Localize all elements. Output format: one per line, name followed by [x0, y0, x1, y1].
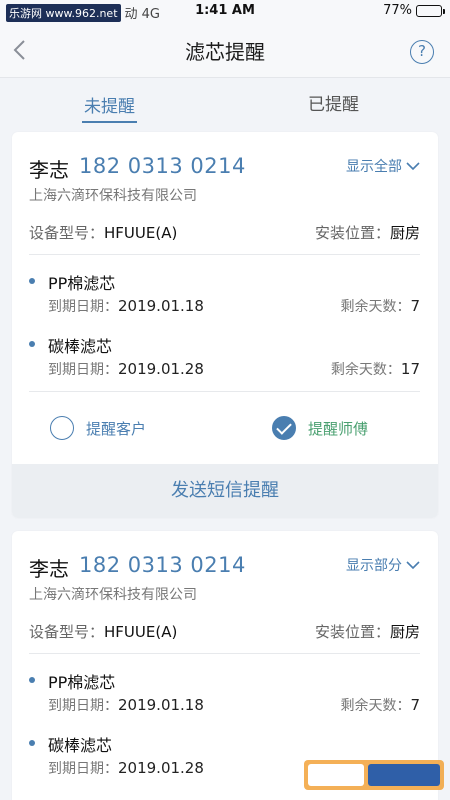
remind-technician-option[interactable]: 提醒师傅 [272, 416, 368, 440]
location-value: 厨房 [389, 623, 420, 641]
device-model-value: HFUUE(A) [104, 623, 178, 641]
tab-not-reminded[interactable]: 未提醒 [82, 92, 137, 123]
expiry-label: 到期日期： [48, 698, 118, 714]
company-name: 上海六滴环保科技有限公司 [29, 587, 197, 603]
location-label: 安装位置： [314, 224, 390, 242]
expiry-date: 到期日期：2019.01.28 [48, 758, 204, 778]
nav-bar: 滤芯提醒 ? [0, 22, 450, 78]
battery-icon [416, 4, 445, 17]
device-model-label: 设备型号： [29, 623, 105, 641]
help-icon[interactable]: ? [410, 40, 434, 64]
chevron-down-icon [406, 561, 420, 570]
customer-phone[interactable]: 182 0313 0214 [79, 553, 246, 577]
expiry-date: 到期日期：2019.01.28 [48, 359, 204, 379]
expiry-value: 2019.01.28 [118, 360, 204, 378]
remaining-days: 剩余天数：17 [331, 359, 420, 379]
bullet-dot [29, 677, 35, 683]
expiry-label: 到期日期： [48, 761, 118, 777]
location-group: 安装位置：厨房 [315, 621, 420, 642]
filter-name: PP棉滤芯 [48, 274, 116, 293]
expiry-label: 到期日期： [48, 299, 118, 315]
show-all-toggle[interactable]: 显示全部 [346, 156, 420, 176]
battery-percent: 77% [383, 3, 412, 18]
send-sms-button[interactable]: 发送短信提醒 [12, 464, 438, 518]
checkmark-circle-icon[interactable] [272, 416, 296, 440]
chevron-down-icon [406, 162, 420, 171]
filter-name: 碳棒滤芯 [48, 337, 113, 356]
remaining-label: 剩余天数： [340, 698, 411, 714]
device-row: 设备型号：HFUUE(A) 安装位置：厨房 [29, 621, 420, 641]
divider [29, 254, 420, 255]
expiry-date: 到期日期：2019.01.18 [48, 695, 204, 715]
remaining-value: 7 [410, 297, 420, 315]
remind-technician-label: 提醒师傅 [308, 419, 369, 438]
remaining-label: 剩余天数： [330, 362, 401, 378]
filter-item: PP棉滤芯 到期日期：2019.01.18 剩余天数：7 [29, 669, 420, 729]
location-group: 安装位置：厨房 [315, 222, 420, 243]
expiry-value: 2019.01.18 [118, 696, 204, 714]
remaining-label: 剩余天数： [340, 299, 411, 315]
remaining-days: 剩余天数：7 [340, 296, 420, 316]
filter-name: 碳棒滤芯 [48, 736, 113, 755]
remind-customer-option[interactable]: 提醒客户 [50, 416, 146, 440]
filter-name: PP棉滤芯 [48, 673, 116, 692]
tab-reminded[interactable]: 已提醒 [308, 90, 359, 115]
remaining-value: 17 [400, 360, 420, 378]
device-row: 设备型号：HFUUE(A) 安装位置：厨房 [29, 222, 420, 242]
page-title: 滤芯提醒 [185, 40, 265, 64]
bullet-dot [29, 278, 35, 284]
bullet-dot [29, 341, 35, 347]
site-watermark-logo [304, 760, 444, 790]
expiry-date: 到期日期：2019.01.18 [48, 296, 204, 316]
expiry-value: 2019.01.18 [118, 297, 204, 315]
expiry-label: 到期日期： [48, 362, 118, 378]
divider [29, 653, 420, 654]
bullet-dot [29, 740, 35, 746]
customer-name: 李志 [29, 158, 69, 182]
status-right: 77% [383, 3, 445, 18]
remind-customer-label: 提醒客户 [86, 419, 147, 438]
radio-unchecked-icon[interactable] [50, 416, 74, 440]
filter-item: 碳棒滤芯 到期日期：2019.01.28 剩余天数：17 [29, 333, 420, 393]
customer-name: 李志 [29, 557, 69, 581]
reminder-card: 李志 182 0313 0214 显示全部 上海六滴环保科技有限公司 设备型号：… [12, 132, 438, 518]
remaining-days: 剩余天数：7 [340, 695, 420, 715]
remaining-value: 7 [410, 696, 420, 714]
divider [29, 391, 420, 392]
company-name: 上海六滴环保科技有限公司 [29, 188, 197, 204]
status-bar: 乐游网 www.962.net 动 4G 1:41 AM 77% [0, 0, 450, 22]
filter-item: PP棉滤芯 到期日期：2019.01.18 剩余天数：7 [29, 270, 420, 330]
show-partial-toggle[interactable]: 显示部分 [346, 555, 420, 575]
device-model-value: HFUUE(A) [104, 224, 178, 242]
customer-phone[interactable]: 182 0313 0214 [79, 154, 246, 178]
tab-bar: 未提醒 已提醒 [0, 78, 450, 128]
toggle-label: 显示部分 [346, 558, 402, 574]
location-value: 厨房 [389, 224, 420, 242]
expiry-value: 2019.01.28 [118, 759, 204, 777]
location-label: 安装位置： [314, 623, 390, 641]
device-model-label: 设备型号： [29, 224, 105, 242]
toggle-label: 显示全部 [346, 159, 402, 175]
